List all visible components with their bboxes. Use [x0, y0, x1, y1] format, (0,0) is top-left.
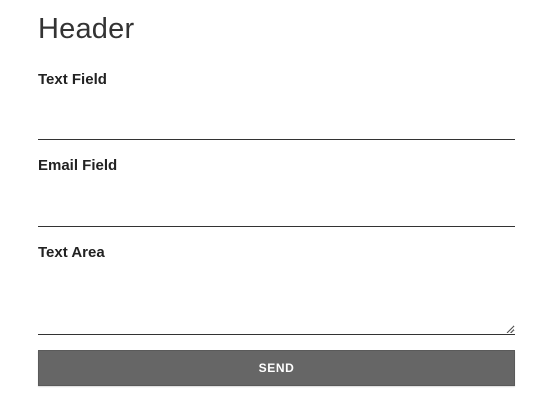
- text-field-input[interactable]: [38, 106, 515, 140]
- text-field-label: Text Field: [38, 71, 107, 88]
- form-header: Header: [38, 13, 135, 45]
- email-field-label: Email Field: [38, 157, 118, 174]
- text-area-input[interactable]: [38, 263, 515, 335]
- send-button[interactable]: SEND: [38, 350, 515, 386]
- email-field-input[interactable]: [38, 193, 515, 227]
- text-area-label: Text Area: [38, 244, 105, 261]
